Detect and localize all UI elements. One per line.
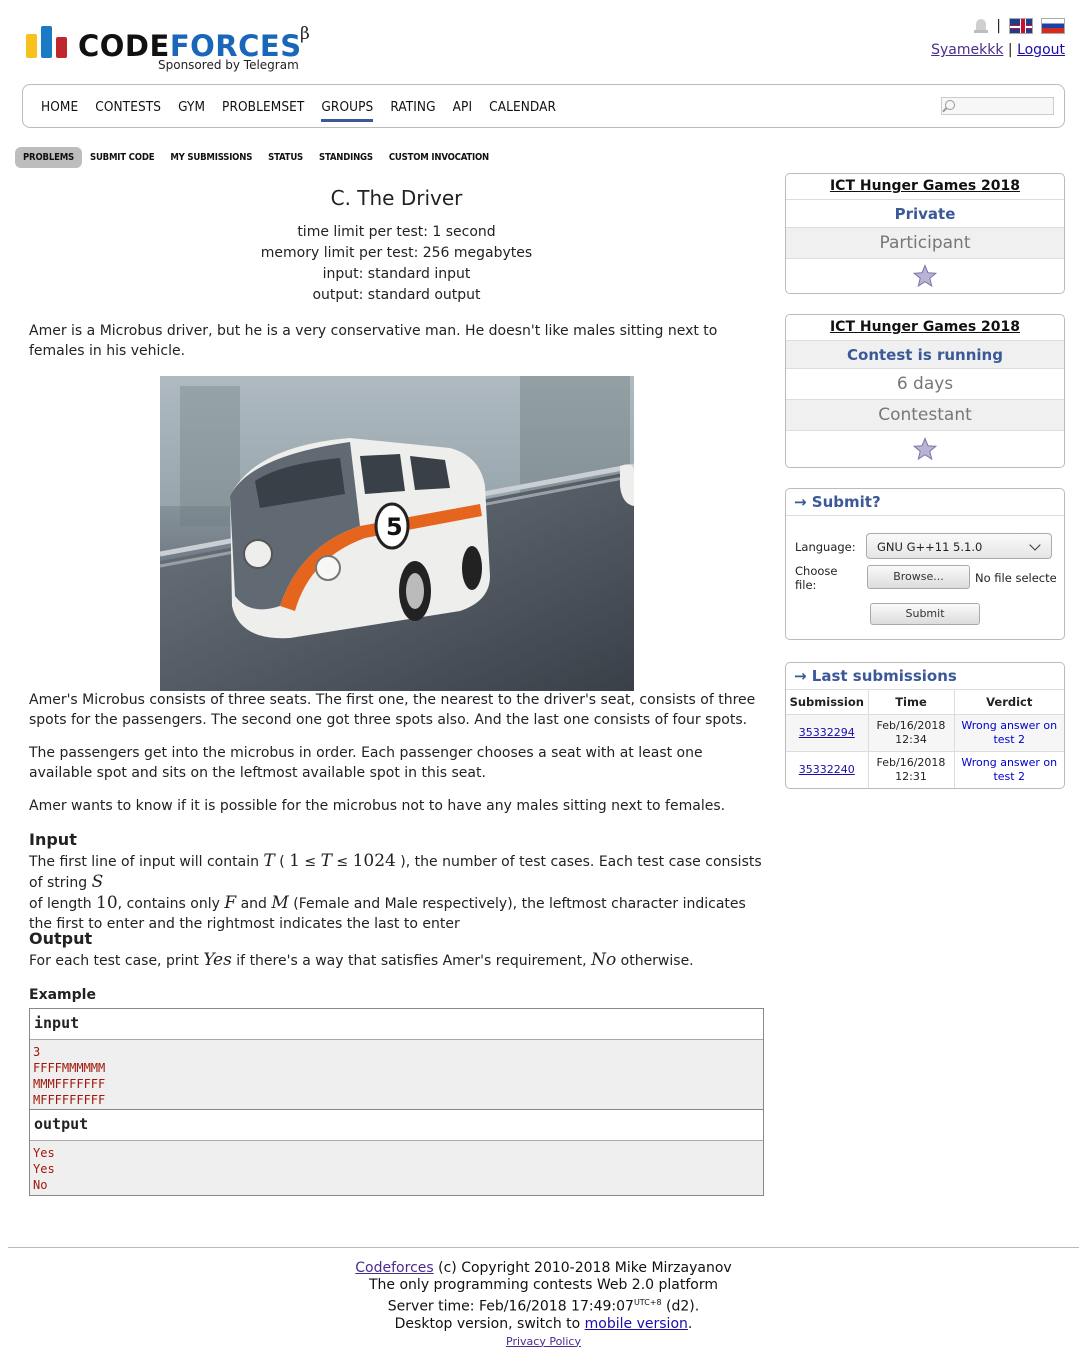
contest-phase: Contest is running — [786, 340, 1064, 368]
menu-item-calendar[interactable]: CALENDAR — [489, 99, 556, 122]
sample-input-label: input — [30, 1009, 763, 1040]
participant-role: Participant — [786, 227, 1064, 258]
image-number: 5 — [386, 513, 403, 541]
menu-item-rating[interactable]: RATING — [390, 99, 435, 122]
contest-status-box: ICT Hunger Games 2018 Contest is running… — [785, 314, 1065, 468]
footer-copyright: (c) Copyright 2010-2018 Mike Mirzayanov — [433, 1260, 732, 1276]
submissions-table: Submission Time Verdict 35332294 Feb/16/… — [786, 689, 1064, 788]
main-menu: HOME CONTESTS GYM PROBLEMSET GROUPS RATI… — [22, 84, 1065, 128]
no-file-status: No file selecte — [975, 571, 1057, 585]
logo-sponsor: Sponsored by Telegram — [158, 58, 299, 72]
notification-bell-icon[interactable] — [974, 18, 989, 34]
sample-input[interactable]: 3 FFFFMMMMMM MMMFFFFFFF MFFFFFFFFF — [30, 1040, 763, 1109]
contest-visibility: Private — [786, 199, 1064, 227]
tab-custom-invocation[interactable]: CUSTOM INVOCATION — [381, 147, 497, 168]
table-row: 35332240 Feb/16/2018 12:31 Wrong answer … — [786, 751, 1064, 788]
output-section-title: Output — [29, 929, 93, 948]
logout-link[interactable]: Logout — [1017, 42, 1065, 58]
tab-standings[interactable]: STANDINGS — [311, 147, 381, 168]
english-flag-icon[interactable] — [1009, 18, 1033, 34]
submission-id-link[interactable]: 35332240 — [799, 763, 855, 776]
col-submission: Submission — [786, 689, 869, 715]
menu-item-home[interactable]: HOME — [41, 99, 78, 122]
chevron-down-icon — [1029, 539, 1041, 551]
tab-problems[interactable]: PROBLEMS — [15, 147, 82, 168]
table-row: 35332294 Feb/16/2018 12:34 Wrong answer … — [786, 714, 1064, 752]
sample-output[interactable]: Yes Yes No — [30, 1141, 763, 1195]
paragraph-1: Amer is a Microbus driver, but he is a v… — [29, 323, 718, 359]
sample-output-box: output Yes Yes No — [29, 1109, 764, 1196]
paragraph-3: The passengers get into the microbus in … — [29, 745, 703, 781]
col-time: Time — [868, 689, 955, 715]
last-submissions-box: → Last submissions Submission Time Verdi… — [785, 662, 1065, 789]
paragraph-2: Amer's Microbus consists of three seats.… — [29, 692, 756, 728]
paragraph-4: Amer wants to know if it is possible for… — [29, 798, 726, 814]
submission-verdict[interactable]: Wrong answer on test 2 — [954, 714, 1064, 752]
language-select[interactable]: GNU G++11 5.1.0 — [866, 533, 1052, 559]
language-label: Language: — [795, 540, 856, 554]
contestant-role: Contestant — [786, 399, 1064, 430]
browse-button[interactable]: Browse... — [867, 565, 970, 589]
footer-codeforces-link[interactable]: Codeforces — [355, 1260, 433, 1276]
menu-item-groups[interactable]: GROUPS — [321, 99, 374, 122]
input-section-text: The first line of input will contain T (… — [29, 851, 762, 932]
submission-time: Feb/16/2018 12:34 — [868, 714, 955, 752]
logo-beta: β — [300, 24, 310, 44]
search-input[interactable] — [941, 97, 1054, 115]
tab-status[interactable]: STATUS — [260, 147, 311, 168]
star-icon[interactable] — [913, 264, 937, 288]
example-title: Example — [29, 987, 96, 1003]
separator: | — [1007, 42, 1013, 58]
footer: Codeforces (c) Copyright 2010-2018 Mike … — [0, 1260, 1087, 1350]
submit-box: → Submit? Language: GNU G++11 5.1.0 Choo… — [785, 488, 1065, 640]
microbus-image: 5 — [160, 376, 634, 691]
privacy-policy-link[interactable]: Privacy Policy — [506, 1335, 581, 1348]
submit-button[interactable]: Submit — [870, 603, 980, 625]
memory-limit: memory limit per test: 256 megabytes — [260, 245, 533, 261]
input-section-title: Input — [29, 830, 77, 849]
submission-id-link[interactable]: 35332294 — [799, 726, 855, 739]
sample-input-box: input 3 FFFFMMMMMM MMMFFFFFFF MFFFFFFFFF — [29, 1008, 764, 1110]
footer-divider — [8, 1247, 1079, 1248]
problem-statement: C. The Driver time limit per test: 1 sec… — [29, 186, 764, 1196]
menu-item-api[interactable]: API — [453, 99, 473, 122]
output-section-text: For each test case, print Yes if there's… — [29, 950, 694, 970]
russian-flag-icon[interactable] — [1041, 18, 1065, 34]
search-icon — [945, 100, 955, 110]
menu-item-problemset[interactable]: PROBLEMSET — [222, 99, 304, 122]
contest-name-link[interactable]: ICT Hunger Games 2018 — [786, 315, 1064, 340]
contest-name-link[interactable]: ICT Hunger Games 2018 — [786, 174, 1064, 199]
username-link[interactable]: Syamekkk — [931, 42, 1003, 58]
submit-caption: → Submit? — [786, 489, 1064, 516]
logo-bars-icon — [26, 26, 70, 58]
output-source: output: standard output — [312, 287, 481, 303]
tab-my-submissions[interactable]: MY SUBMISSIONS — [162, 147, 260, 168]
time-limit: time limit per test: 1 second — [297, 224, 496, 240]
last-submissions-caption: → Last submissions — [794, 667, 957, 685]
sample-output-label: output — [30, 1110, 763, 1141]
submission-verdict[interactable]: Wrong answer on test 2 — [954, 751, 1064, 788]
mobile-version-link[interactable]: mobile version — [585, 1316, 688, 1332]
footer-tagline: The only programming contests Web 2.0 pl… — [369, 1277, 718, 1293]
menu-item-contests[interactable]: CONTESTS — [95, 99, 161, 122]
server-time: Server time: Feb/16/2018 17:49:07 — [387, 1298, 634, 1315]
input-source: input: standard input — [322, 266, 471, 282]
choose-file-label: Choose file: — [795, 564, 838, 592]
problem-title: C. The Driver — [330, 186, 463, 210]
contest-submenu: PROBLEMS SUBMIT CODE MY SUBMISSIONS STAT… — [15, 147, 497, 168]
separator: | — [996, 18, 1001, 34]
submission-time: Feb/16/2018 12:31 — [868, 751, 955, 788]
user-area: | Syamekkk | Logout — [931, 16, 1065, 58]
language-value: GNU G++11 5.1.0 — [877, 540, 983, 554]
time-remaining: 6 days — [786, 368, 1064, 399]
timezone: UTC+8 — [633, 1298, 662, 1307]
contest-info-box: ICT Hunger Games 2018 Private Participan… — [785, 173, 1065, 294]
desktop-version-text: Desktop version, switch to — [394, 1315, 585, 1332]
col-verdict: Verdict — [954, 689, 1064, 715]
star-icon[interactable] — [913, 437, 937, 461]
tab-submit-code[interactable]: SUBMIT CODE — [82, 147, 162, 168]
menu-item-gym[interactable]: GYM — [178, 99, 205, 122]
